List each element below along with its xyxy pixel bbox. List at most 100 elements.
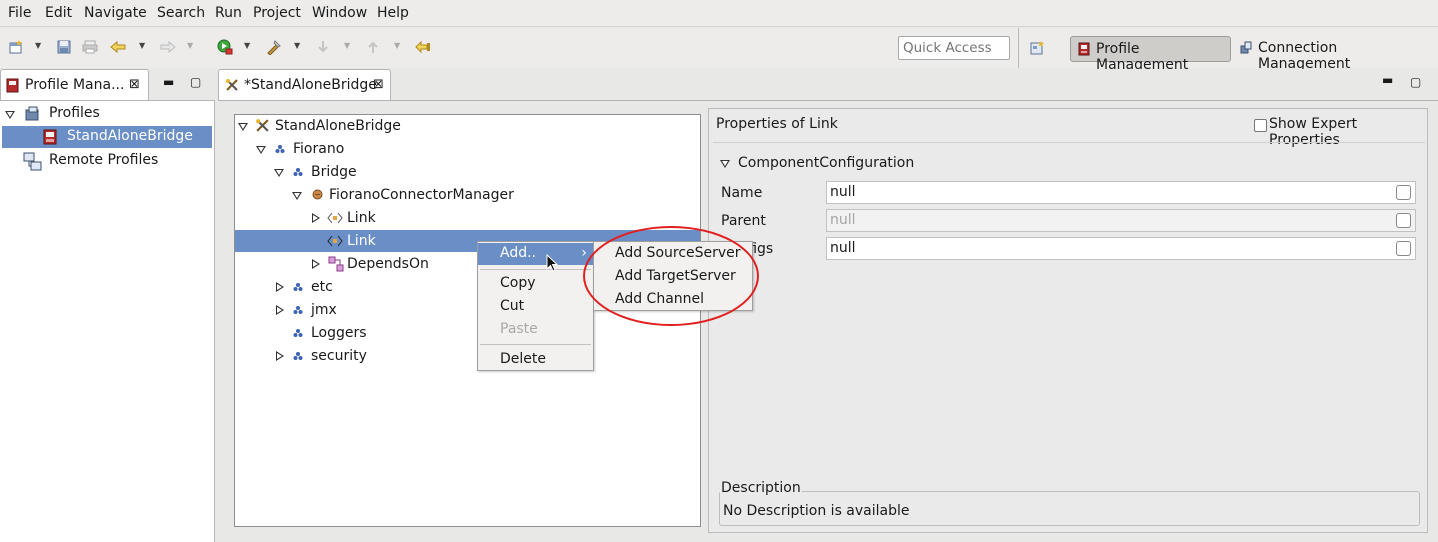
quick-access-input[interactable] [898, 36, 1010, 60]
tree-item-label: StandAloneBridge [275, 118, 401, 134]
profiles-folder-icon [25, 106, 39, 121]
tool-dropdown-icon[interactable]: ▼ [294, 41, 300, 50]
last-edit-icon[interactable] [415, 39, 431, 55]
menu-project[interactable]: Project [253, 5, 301, 21]
context-menu-cut[interactable]: Cut [478, 296, 593, 318]
minimize-view-icon[interactable]: ▬ [163, 75, 174, 89]
domain-node-icon [293, 168, 303, 176]
profile-management-perspective-button[interactable]: Profile Management [1070, 36, 1231, 73]
prev-annotation-icon[interactable] [365, 39, 381, 55]
menu-item-label: Add.. [500, 245, 537, 261]
profile-management-tab[interactable]: Profile Mana... ⊠ [0, 69, 149, 100]
expand-toggle-icon[interactable] [312, 213, 320, 223]
back-icon[interactable] [110, 39, 126, 55]
close-tab-icon[interactable]: ⊠ [373, 77, 384, 92]
next-annotation-dropdown-icon[interactable]: ▼ [344, 41, 350, 50]
open-perspective-icon[interactable] [1030, 40, 1046, 56]
tree-item-standalone-bridge[interactable]: StandAloneBridge [2, 126, 212, 148]
field-value: null [830, 184, 856, 200]
property-label: Name [721, 185, 763, 201]
menu-edit[interactable]: Edit [45, 5, 72, 21]
profiles-tree: Profiles StandAloneBridge Remote Profile… [0, 100, 215, 542]
tree-item-root[interactable]: StandAloneBridge [235, 115, 700, 137]
menu-window[interactable]: Window [312, 5, 367, 21]
configuration-tree: StandAloneBridge Fiorano Bridge FioranoC… [234, 114, 701, 527]
tree-item-remote-profiles[interactable]: Remote Profiles [0, 150, 214, 172]
menu-help[interactable]: Help [377, 5, 409, 21]
tree-item-label: etc [311, 279, 333, 295]
context-menu-paste: Paste [478, 319, 593, 341]
run-dropdown-icon[interactable]: ▼ [244, 41, 250, 50]
expand-toggle-icon[interactable] [276, 305, 284, 315]
run-icon[interactable] [217, 39, 233, 55]
tree-item-link[interactable]: Link [235, 207, 700, 229]
expand-toggle-icon[interactable] [256, 146, 266, 154]
minimize-editor-icon[interactable]: ▬ [1382, 73, 1393, 87]
connection-management-perspective-button[interactable]: Connection Management [1238, 36, 1428, 72]
menu-item-label: Delete [500, 351, 546, 367]
tool-icon[interactable] [266, 39, 282, 55]
submenu-add-channel[interactable]: Add Channel [594, 289, 752, 311]
add-submenu: Add SourceServer Add TargetServer Add Ch… [593, 241, 753, 311]
expand-toggle-icon[interactable] [276, 351, 284, 361]
expand-toggle-icon[interactable] [292, 192, 302, 200]
expand-toggle-icon[interactable] [276, 282, 284, 292]
profile-icon [43, 129, 57, 145]
context-menu-copy[interactable]: Copy [478, 273, 593, 295]
save-icon[interactable] [56, 39, 72, 55]
close-tab-icon[interactable]: ⊠ [129, 77, 140, 92]
divider [713, 142, 1425, 143]
menu-navigate[interactable]: Navigate [84, 5, 147, 21]
expand-toggle-icon[interactable] [312, 259, 320, 269]
expand-toggle-icon[interactable] [238, 123, 248, 131]
submenu-add-target-server[interactable]: Add TargetServer [594, 266, 752, 288]
expand-toggle-icon[interactable] [5, 111, 15, 119]
new-icon[interactable] [8, 39, 24, 55]
field-value: null [830, 212, 856, 228]
forward-icon[interactable] [160, 39, 176, 55]
next-annotation-icon[interactable] [315, 39, 331, 55]
context-menu-add[interactable]: Add.. › [478, 243, 593, 265]
property-row-name: Name null [709, 181, 1421, 205]
tree-item-profiles[interactable]: Profiles [0, 103, 214, 125]
prev-annotation-dropdown-icon[interactable]: ▼ [394, 41, 400, 50]
field-checkbox[interactable] [1396, 185, 1411, 200]
description-title: Description [720, 480, 802, 496]
new-dropdown-icon[interactable]: ▼ [35, 41, 41, 50]
depends-on-icon [328, 256, 344, 272]
context-menu-delete[interactable]: Delete [478, 349, 593, 371]
tree-item-security[interactable]: security [235, 345, 700, 367]
maximize-editor-icon[interactable]: ▢ [1410, 75, 1421, 89]
back-dropdown-icon[interactable]: ▼ [139, 41, 145, 50]
menu-search[interactable]: Search [157, 5, 205, 21]
connection-management-icon [1240, 41, 1252, 54]
toolbar-separator [1018, 28, 1019, 68]
forward-dropdown-icon[interactable]: ▼ [187, 41, 193, 50]
bridge-config-icon [256, 119, 269, 132]
context-menu: Add.. › Copy Cut Paste Delete [477, 241, 594, 371]
expand-toggle-icon[interactable] [274, 169, 284, 177]
section-collapse-icon[interactable] [720, 160, 730, 168]
menu-separator [480, 344, 591, 345]
domain-node-icon [293, 283, 303, 291]
link-icon [327, 235, 343, 247]
configs-field[interactable]: null [826, 237, 1416, 260]
menu-file[interactable]: File [8, 5, 31, 21]
tree-item-bridge[interactable]: Bridge [235, 161, 700, 183]
tree-item-loggers[interactable]: Loggers [235, 322, 700, 344]
name-field[interactable]: null [826, 181, 1416, 204]
show-expert-checkbox[interactable] [1254, 119, 1267, 132]
tree-item-label: Loggers [311, 325, 367, 341]
editor-tab-standalone-bridge[interactable]: *StandAloneBridge ⊠ [218, 69, 391, 100]
field-checkbox[interactable] [1396, 241, 1411, 256]
bridge-config-icon [226, 79, 238, 91]
maximize-view-icon[interactable]: ▢ [190, 75, 201, 89]
print-icon[interactable] [82, 39, 98, 55]
field-checkbox[interactable] [1396, 213, 1411, 228]
tree-item-label: DependsOn [347, 256, 429, 272]
submenu-add-source-server[interactable]: Add SourceServer [594, 243, 752, 265]
tree-item-fiorano[interactable]: Fiorano [235, 138, 700, 160]
properties-title: Properties of Link [716, 116, 838, 132]
tree-item-connector-manager[interactable]: FioranoConnectorManager [235, 184, 700, 206]
menu-run[interactable]: Run [215, 5, 242, 21]
